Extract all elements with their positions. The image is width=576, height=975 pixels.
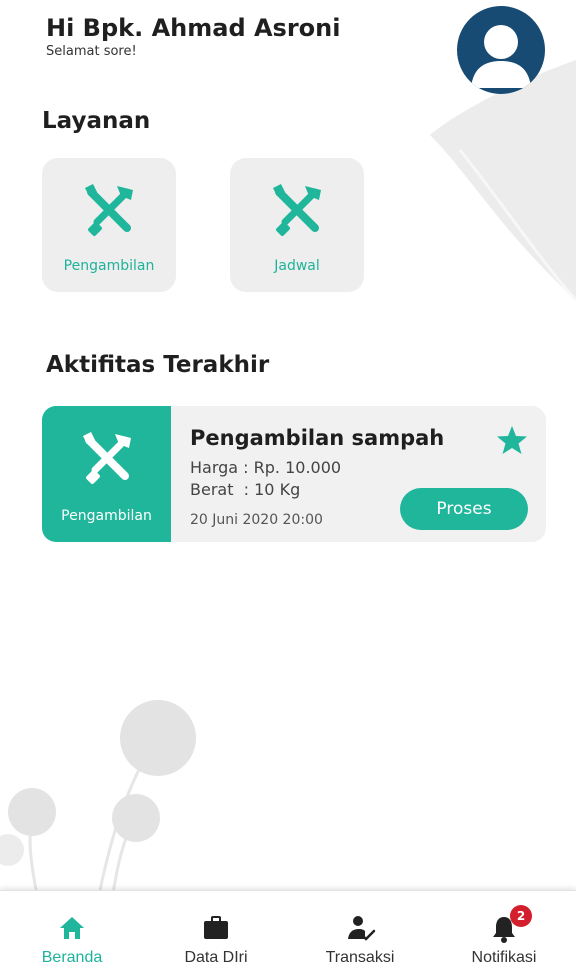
nav-notifikasi[interactable]: 2 Notifikasi [432,891,576,975]
user-icon [471,25,531,88]
greeting-text: Hi Bpk. Ahmad Asroni [46,14,341,42]
activity-title: Aktifitas Terakhir [46,352,270,378]
service-jadwal[interactable]: Jadwal [230,158,364,292]
notification-badge: 2 [510,905,532,927]
avatar[interactable] [457,6,545,94]
nav-transaksi[interactable]: Transaksi [288,891,432,975]
activity-card[interactable]: Pengambilan Pengambilan sampah Harga : R… [42,406,546,542]
star-icon[interactable] [496,424,528,456]
service-label: Jadwal [274,258,320,274]
proses-button[interactable]: Proses [400,488,528,530]
greeting-header: Hi Bpk. Ahmad Asroni Selamat sore! [46,14,340,59]
service-pengambilan[interactable]: Pengambilan [42,158,176,292]
briefcase-icon [204,916,228,939]
activity-title-text: Pengambilan sampah [190,426,445,450]
activity-category: Pengambilan [42,406,171,542]
greeting-subtitle: Selamat sore! [46,44,137,59]
nav-beranda[interactable]: Beranda [0,891,144,975]
home-icon [60,917,84,939]
nav-label: Data DIri [184,949,248,966]
nav-data-diri[interactable]: Data DIri [144,891,288,975]
nav-label: Transaksi [325,949,395,966]
services-title: Layanan [42,108,151,134]
activity-category-label: Pengambilan [61,508,152,524]
tools-icon [85,184,133,236]
user-check-icon [348,916,376,941]
nav-label: Beranda [41,949,103,966]
tools-icon [83,432,131,484]
activity-price: Harga : Rp. 10.000 [190,458,342,477]
bottom-navigation: Beranda Data DIri Transaksi 2 Notifikasi [0,890,576,975]
activity-date: 20 Juni 2020 20:00 [190,512,323,528]
service-label: Pengambilan [63,258,155,274]
activity-weight: Berat : 10 Kg [190,480,301,499]
nav-label: Notifikasi [471,949,537,966]
tools-icon [273,184,321,236]
